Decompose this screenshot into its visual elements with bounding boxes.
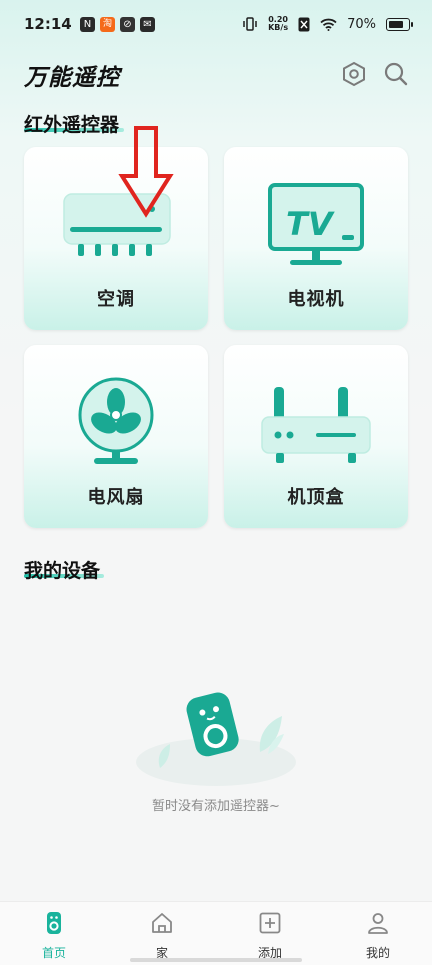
house-icon (152, 913, 172, 933)
net-speed: 0.20 KB/s (268, 15, 289, 32)
notification-taobao-icon: 淘 (100, 17, 115, 32)
user-icon (368, 913, 388, 934)
device-label: 电视机 (287, 289, 345, 310)
tab-home[interactable]: 首页 (0, 902, 108, 965)
svg-text:TV: TV (286, 205, 335, 243)
device-card-air-conditioner[interactable]: 空调 (24, 147, 208, 330)
set-top-box-icon (261, 387, 371, 463)
app-title: 万能遥控 (24, 65, 120, 91)
device-label: 电风扇 (87, 487, 145, 508)
tab-family[interactable]: 家 (108, 902, 216, 965)
status-bar: 12:14 N 淘 ⊘ ✉ 0.20 KB/s 70% (0, 0, 432, 52)
annotation-arrow-icon (118, 126, 174, 218)
empty-remote-illustration (136, 692, 296, 786)
status-right-cluster: 0.20 KB/s 70% (242, 15, 413, 32)
search-icon[interactable] (382, 60, 410, 88)
tab-add[interactable]: 添加 (216, 902, 324, 965)
sim-off-icon (298, 17, 310, 31)
tab-mine[interactable]: 我的 (324, 902, 432, 965)
my-devices-title: 我的设备 (24, 560, 101, 582)
ir-section-title: 红外遥控器 (24, 114, 120, 136)
status-time: 12:14 (24, 15, 72, 33)
device-label: 机顶盒 (287, 487, 345, 508)
home-indicator[interactable] (130, 958, 302, 962)
battery-icon (386, 17, 413, 31)
bottom-tab-bar: 首页 家 添加 我的 (0, 901, 432, 965)
vibrate-icon (243, 17, 257, 31)
notification-message-icon: ✉ (140, 17, 155, 32)
notification-n-icon: N (80, 17, 95, 32)
tv-icon: TV (268, 183, 364, 265)
wifi-icon (320, 18, 337, 31)
battery-percent: 70% (347, 16, 376, 32)
device-label: 空调 (97, 289, 135, 310)
tab-label: 我的 (365, 946, 390, 960)
device-card-fan[interactable]: 电风扇 (24, 345, 208, 528)
add-box-icon (259, 912, 281, 934)
empty-state-text: 暂时没有添加遥控器~ (152, 799, 280, 814)
device-card-tv[interactable]: TV 电视机 (224, 147, 408, 330)
notification-link-icon: ⊘ (120, 17, 135, 32)
air-conditioner-icon (63, 193, 171, 256)
remote-home-icon (47, 912, 61, 934)
device-card-set-top-box[interactable]: 机顶盒 (224, 345, 408, 528)
fan-icon (78, 377, 154, 464)
tab-label: 首页 (41, 946, 66, 960)
settings-icon[interactable] (340, 60, 368, 88)
